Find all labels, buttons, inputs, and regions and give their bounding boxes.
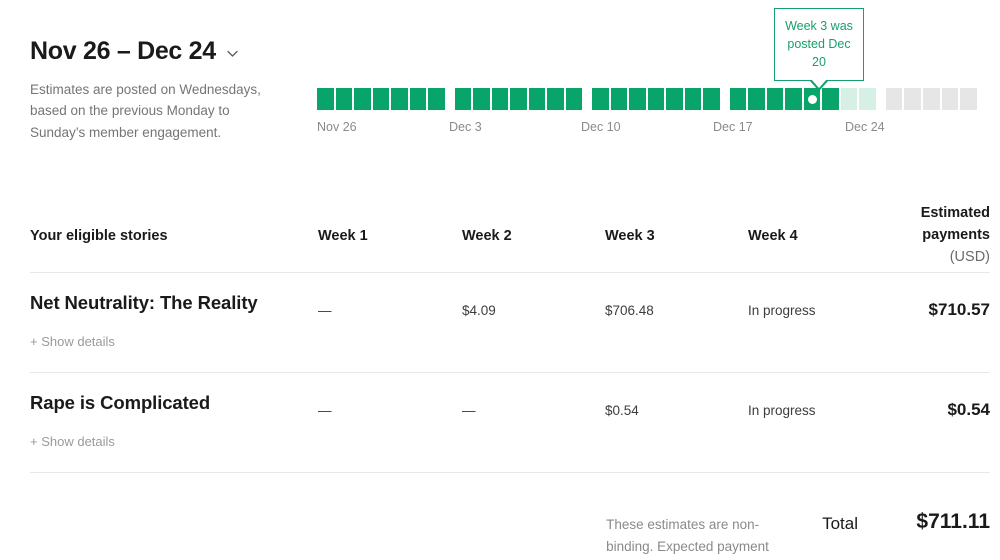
timeline-segment-filled[interactable] (473, 88, 490, 110)
timeline-segment-filled[interactable] (610, 88, 628, 110)
column-header-week4: Week 4 (748, 228, 798, 244)
estimated-line-3: (USD) (949, 248, 990, 265)
story-title[interactable]: Rape is Complicated (30, 391, 318, 414)
timeline-segment-filled[interactable] (428, 88, 445, 110)
table-row: Net Neutrality: The Reality + Show detail… (30, 273, 990, 373)
page-title: Nov 26 – Dec 24 (30, 37, 216, 65)
cell-week4: In progress (748, 303, 816, 318)
earnings-page: Nov 26 – Dec 24 Estimates are posted on … (0, 0, 1000, 560)
table-header-row: Your eligible stories Week 1 Week 2 Week… (30, 200, 990, 273)
timeline-segment-partial[interactable] (859, 88, 876, 110)
timeline-segment-marked[interactable] (803, 88, 821, 110)
timeline-week-group[interactable] (317, 88, 445, 110)
cell-week4: In progress (748, 403, 816, 418)
timeline-week-group[interactable] (885, 88, 978, 110)
story-cell: Net Neutrality: The Reality + Show detail… (30, 291, 318, 351)
timeline-segment-filled[interactable] (491, 88, 509, 110)
timeline-segment-filled[interactable] (647, 88, 665, 110)
timeline-segment-filled[interactable] (510, 88, 527, 110)
table-footer: These estimates are non-binding. Expecte… (30, 500, 990, 557)
column-header-week2: Week 2 (462, 228, 512, 244)
estimated-line-2: payments (922, 227, 990, 244)
timeline-segment-filled[interactable] (592, 88, 609, 110)
cell-week3: $706.48 (605, 303, 654, 318)
timeline-segment-filled[interactable] (703, 88, 720, 110)
column-header-estimated-payments: Estimated payments (USD) (908, 203, 990, 268)
show-details-link[interactable]: + Show details (30, 434, 115, 449)
timeline-date-label: Dec 10 (581, 120, 621, 134)
timeline-segment-filled[interactable] (454, 88, 472, 110)
progress-timeline[interactable] (317, 88, 978, 110)
timeline-segment-filled[interactable] (372, 88, 390, 110)
timeline-segment-empty[interactable] (904, 88, 922, 110)
total-label: Total (822, 514, 858, 533)
timeline-date-label: Dec 24 (845, 120, 885, 134)
cell-estimated-payment: $710.57 (928, 300, 990, 319)
cell-week2: — (462, 403, 476, 418)
timeline-segment-filled[interactable] (317, 88, 334, 110)
timeline-segment-partial[interactable] (840, 88, 858, 110)
timeline-week-group[interactable] (592, 88, 720, 110)
timeline-date-axis: Nov 26 Dec 3 Dec 10 Dec 17 Dec 24 (317, 120, 977, 138)
timeline-segment-filled[interactable] (822, 88, 839, 110)
story-cell: Rape is Complicated + Show details (30, 391, 318, 451)
timeline-segment-filled[interactable] (785, 88, 802, 110)
timeline-segment-filled[interactable] (391, 88, 408, 110)
timeline-segment-empty[interactable] (941, 88, 959, 110)
period-selector[interactable]: Nov 26 – Dec 24 (30, 37, 280, 66)
table-body: Net Neutrality: The Reality + Show detail… (30, 273, 990, 473)
timeline-segment-filled[interactable] (629, 88, 646, 110)
timeline-segment-filled[interactable] (766, 88, 784, 110)
cell-week3: $0.54 (605, 403, 639, 418)
timeline-week-group[interactable] (729, 88, 876, 110)
period-header: Nov 26 – Dec 24 Estimates are posted on … (30, 37, 280, 144)
timeline-segment-empty[interactable] (885, 88, 903, 110)
timeline-week-group[interactable] (454, 88, 583, 110)
total-amount: $711.11 (916, 510, 990, 533)
cell-week2: $4.09 (462, 303, 496, 318)
estimated-line-1: Estimated (920, 205, 990, 222)
timeline-date-label: Dec 17 (713, 120, 753, 134)
column-header-stories: Your eligible stories (30, 228, 168, 244)
cell-week1: — (318, 403, 332, 418)
cell-estimated-payment: $0.54 (947, 400, 990, 419)
timeline-segment-filled[interactable] (666, 88, 683, 110)
timeline-date-label: Dec 3 (449, 120, 482, 134)
show-details-link[interactable]: + Show details (30, 334, 115, 349)
timeline-segment-filled[interactable] (409, 88, 427, 110)
timeline-segment-filled[interactable] (335, 88, 353, 110)
timeline-segment-filled[interactable] (547, 88, 564, 110)
timeline-tooltip: Week 3 was posted Dec 20 (774, 8, 864, 92)
timeline-segment-filled[interactable] (354, 88, 371, 110)
chevron-down-icon[interactable] (226, 47, 239, 60)
cell-week1: — (318, 303, 332, 318)
tooltip-text: Week 3 was posted Dec 20 (785, 19, 853, 70)
timeline-segment-empty[interactable] (960, 88, 978, 110)
period-description: Estimates are posted on Wednesdays, base… (30, 81, 261, 141)
timeline-segment-filled[interactable] (565, 88, 583, 110)
column-header-week1: Week 1 (318, 228, 368, 244)
timeline-segment-empty[interactable] (923, 88, 940, 110)
column-header-week3: Week 3 (605, 228, 655, 244)
timeline-segment-filled[interactable] (729, 88, 747, 110)
timeline-date-label: Nov 26 (317, 120, 357, 134)
story-title[interactable]: Net Neutrality: The Reality (30, 291, 318, 314)
table-row: Rape is Complicated + Show details — — $0.54… (30, 373, 990, 473)
timeline-segment-filled[interactable] (528, 88, 546, 110)
timeline-segment-filled[interactable] (748, 88, 765, 110)
earnings-table: Your eligible stories Week 1 Week 2 Week… (30, 200, 990, 473)
estimates-disclaimer: These estimates are non-binding. Expecte… (606, 517, 769, 554)
timeline-segment-filled[interactable] (684, 88, 702, 110)
